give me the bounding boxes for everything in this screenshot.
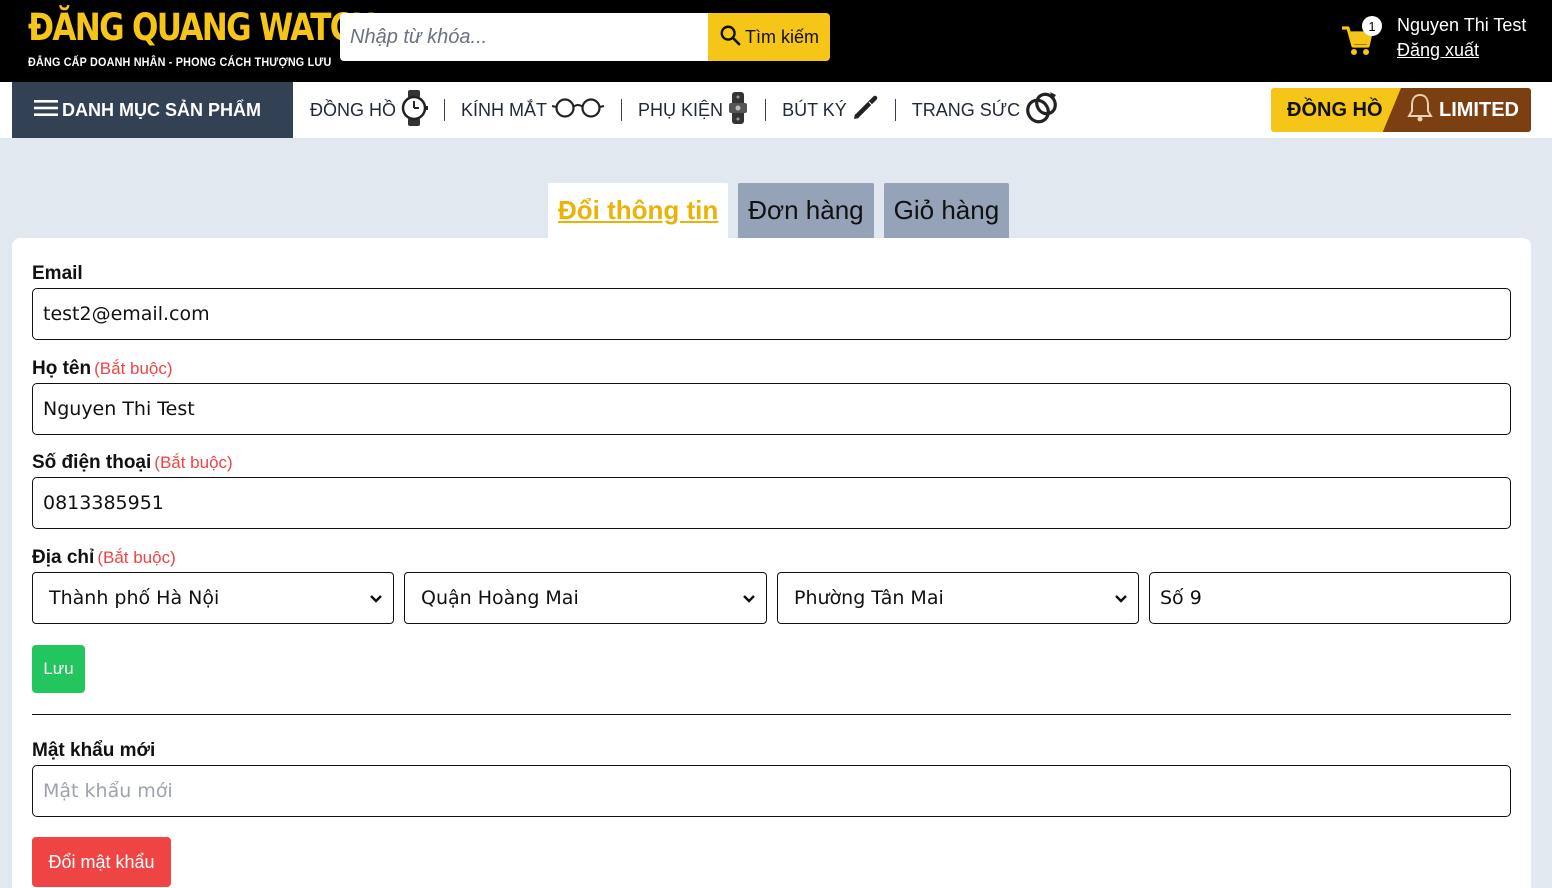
nav-item-label: TRANG SỨC [911,99,1021,120]
tab-cart[interactable]: Giỏ hàng [883,183,1010,238]
nav-item-pens[interactable]: BÚT KÝ [782,94,879,127]
nav-items: ĐỒNG HỒ KÍNH MẮT PHỤ KIỆN BÚT KÝ TRANG S… [310,82,1058,138]
nav-divider [621,99,623,121]
nav-item-glasses[interactable]: KÍNH MẮT [461,97,605,124]
email-field[interactable] [32,288,1511,340]
nav-divider [894,99,896,121]
bell-icon [1407,92,1433,128]
fullname-label: Họ tên (Bắt buộc) [32,358,173,380]
profile-form-card: Email Họ tên(Bắt buộc) Số điện thoại(Bắt… [12,238,1531,888]
section-divider [32,714,1511,715]
watch-icon [400,89,429,132]
fullname-field[interactable] [32,383,1511,435]
search-input[interactable] [340,13,708,61]
cart-count-badge: 1 [1362,16,1382,36]
brand-logo[interactable]: ĐĂNG QUANG WATCH ĐẲNG CẤP DOANH NHÂN - P… [28,6,377,69]
chevron-down-icon [1114,587,1128,609]
limited-watch-banner[interactable]: ĐỒNG HỒ LIMITED [1271,88,1531,132]
promo-left-label: ĐỒNG HỒ [1271,88,1401,132]
nav-item-accessories[interactable]: PHỤ KIỆN [638,91,749,129]
nav-item-jewelry[interactable]: TRANG SỨC [912,91,1058,130]
logout-link[interactable]: Đăng xuất [1397,40,1479,61]
email-label: Email [32,263,83,285]
street-field[interactable] [1149,572,1511,624]
city-select[interactable]: Thành phố Hà Nội [32,572,394,624]
search-bar: Tìm kiếm [340,13,830,61]
email-label-text: Email [32,263,83,284]
phone-field[interactable] [32,477,1511,529]
nav-item-label: BÚT KÝ [782,99,847,120]
promo-right-label: LIMITED [1439,98,1519,121]
search-button-label: Tìm kiếm [745,26,819,47]
chevron-down-icon [369,587,383,609]
phone-label-text: Số điện thoại [32,452,152,473]
ward-select-value: Phường Tân Mai [794,587,944,609]
nav-item-label: PHỤ KIỆN [638,99,724,120]
required-marker: (Bắt buộc) [94,359,173,378]
ring-icon [1024,91,1058,130]
district-select-value: Quận Hoàng Mai [421,587,579,609]
new-password-label: Mật khẩu mới [32,740,155,762]
fullname-label-text: Họ tên [32,358,92,379]
logo-tagline: ĐẲNG CẤP DOANH NHÂN - PHONG CÁCH THƯỢNG … [28,55,332,69]
logo-title: ĐĂNG QUANG WATCH [28,6,377,49]
nav-divider [444,99,446,121]
district-select[interactable]: Quận Hoàng Mai [404,572,767,624]
search-button[interactable]: Tìm kiếm [708,13,830,61]
user-name[interactable]: Nguyen Thi Test [1397,15,1526,36]
tab-edit-info[interactable]: Đổi thông tin [548,183,729,238]
pen-icon [851,94,879,127]
new-password-field[interactable] [32,765,1511,817]
address-label-text: Địa chỉ [32,547,95,568]
promo-right: LIMITED [1383,88,1531,132]
tab-orders[interactable]: Đơn hàng [738,183,874,238]
address-label: Địa chỉ (Bắt buộc) [32,547,176,569]
required-marker: (Bắt buộc) [154,453,233,472]
phone-label: Số điện thoại (Bắt buộc) [32,452,233,474]
nav-item-label: ĐỒNG HỒ [310,99,397,120]
change-password-button[interactable]: Đổi mật khẩu [32,837,171,887]
header: ĐĂNG QUANG WATCH ĐẲNG CẤP DOANH NHÂN - P… [0,0,1552,82]
chevron-down-icon [742,587,756,609]
search-icon [719,24,741,51]
city-select-value: Thành phố Hà Nội [49,587,220,609]
required-marker: (Bắt buộc) [97,548,176,567]
category-nav: DANH MỤC SẢN PHẨM ĐỒNG HỒ KÍNH MẮT PHỤ K… [0,82,1552,138]
nav-divider [765,99,767,121]
glasses-icon [551,97,605,124]
account-tabs: Đổi thông tin Đơn hàng Giỏ hàng [548,183,1010,238]
ward-select[interactable]: Phường Tân Mai [777,572,1139,624]
hamburger-icon [34,99,58,122]
category-menu-button[interactable]: DANH MỤC SẢN PHẨM [12,82,293,138]
nav-item-watches[interactable]: ĐỒNG HỒ [310,89,429,132]
category-menu-label: DANH MỤC SẢN PHẨM [62,99,261,120]
new-password-label-text: Mật khẩu mới [32,740,156,761]
watch-strap-icon [727,91,749,129]
cart-button[interactable]: 1 [1340,16,1382,62]
cart-icon [1340,26,1374,62]
nav-item-label: KÍNH MẮT [461,99,548,120]
save-button[interactable]: Lưu [32,645,85,693]
